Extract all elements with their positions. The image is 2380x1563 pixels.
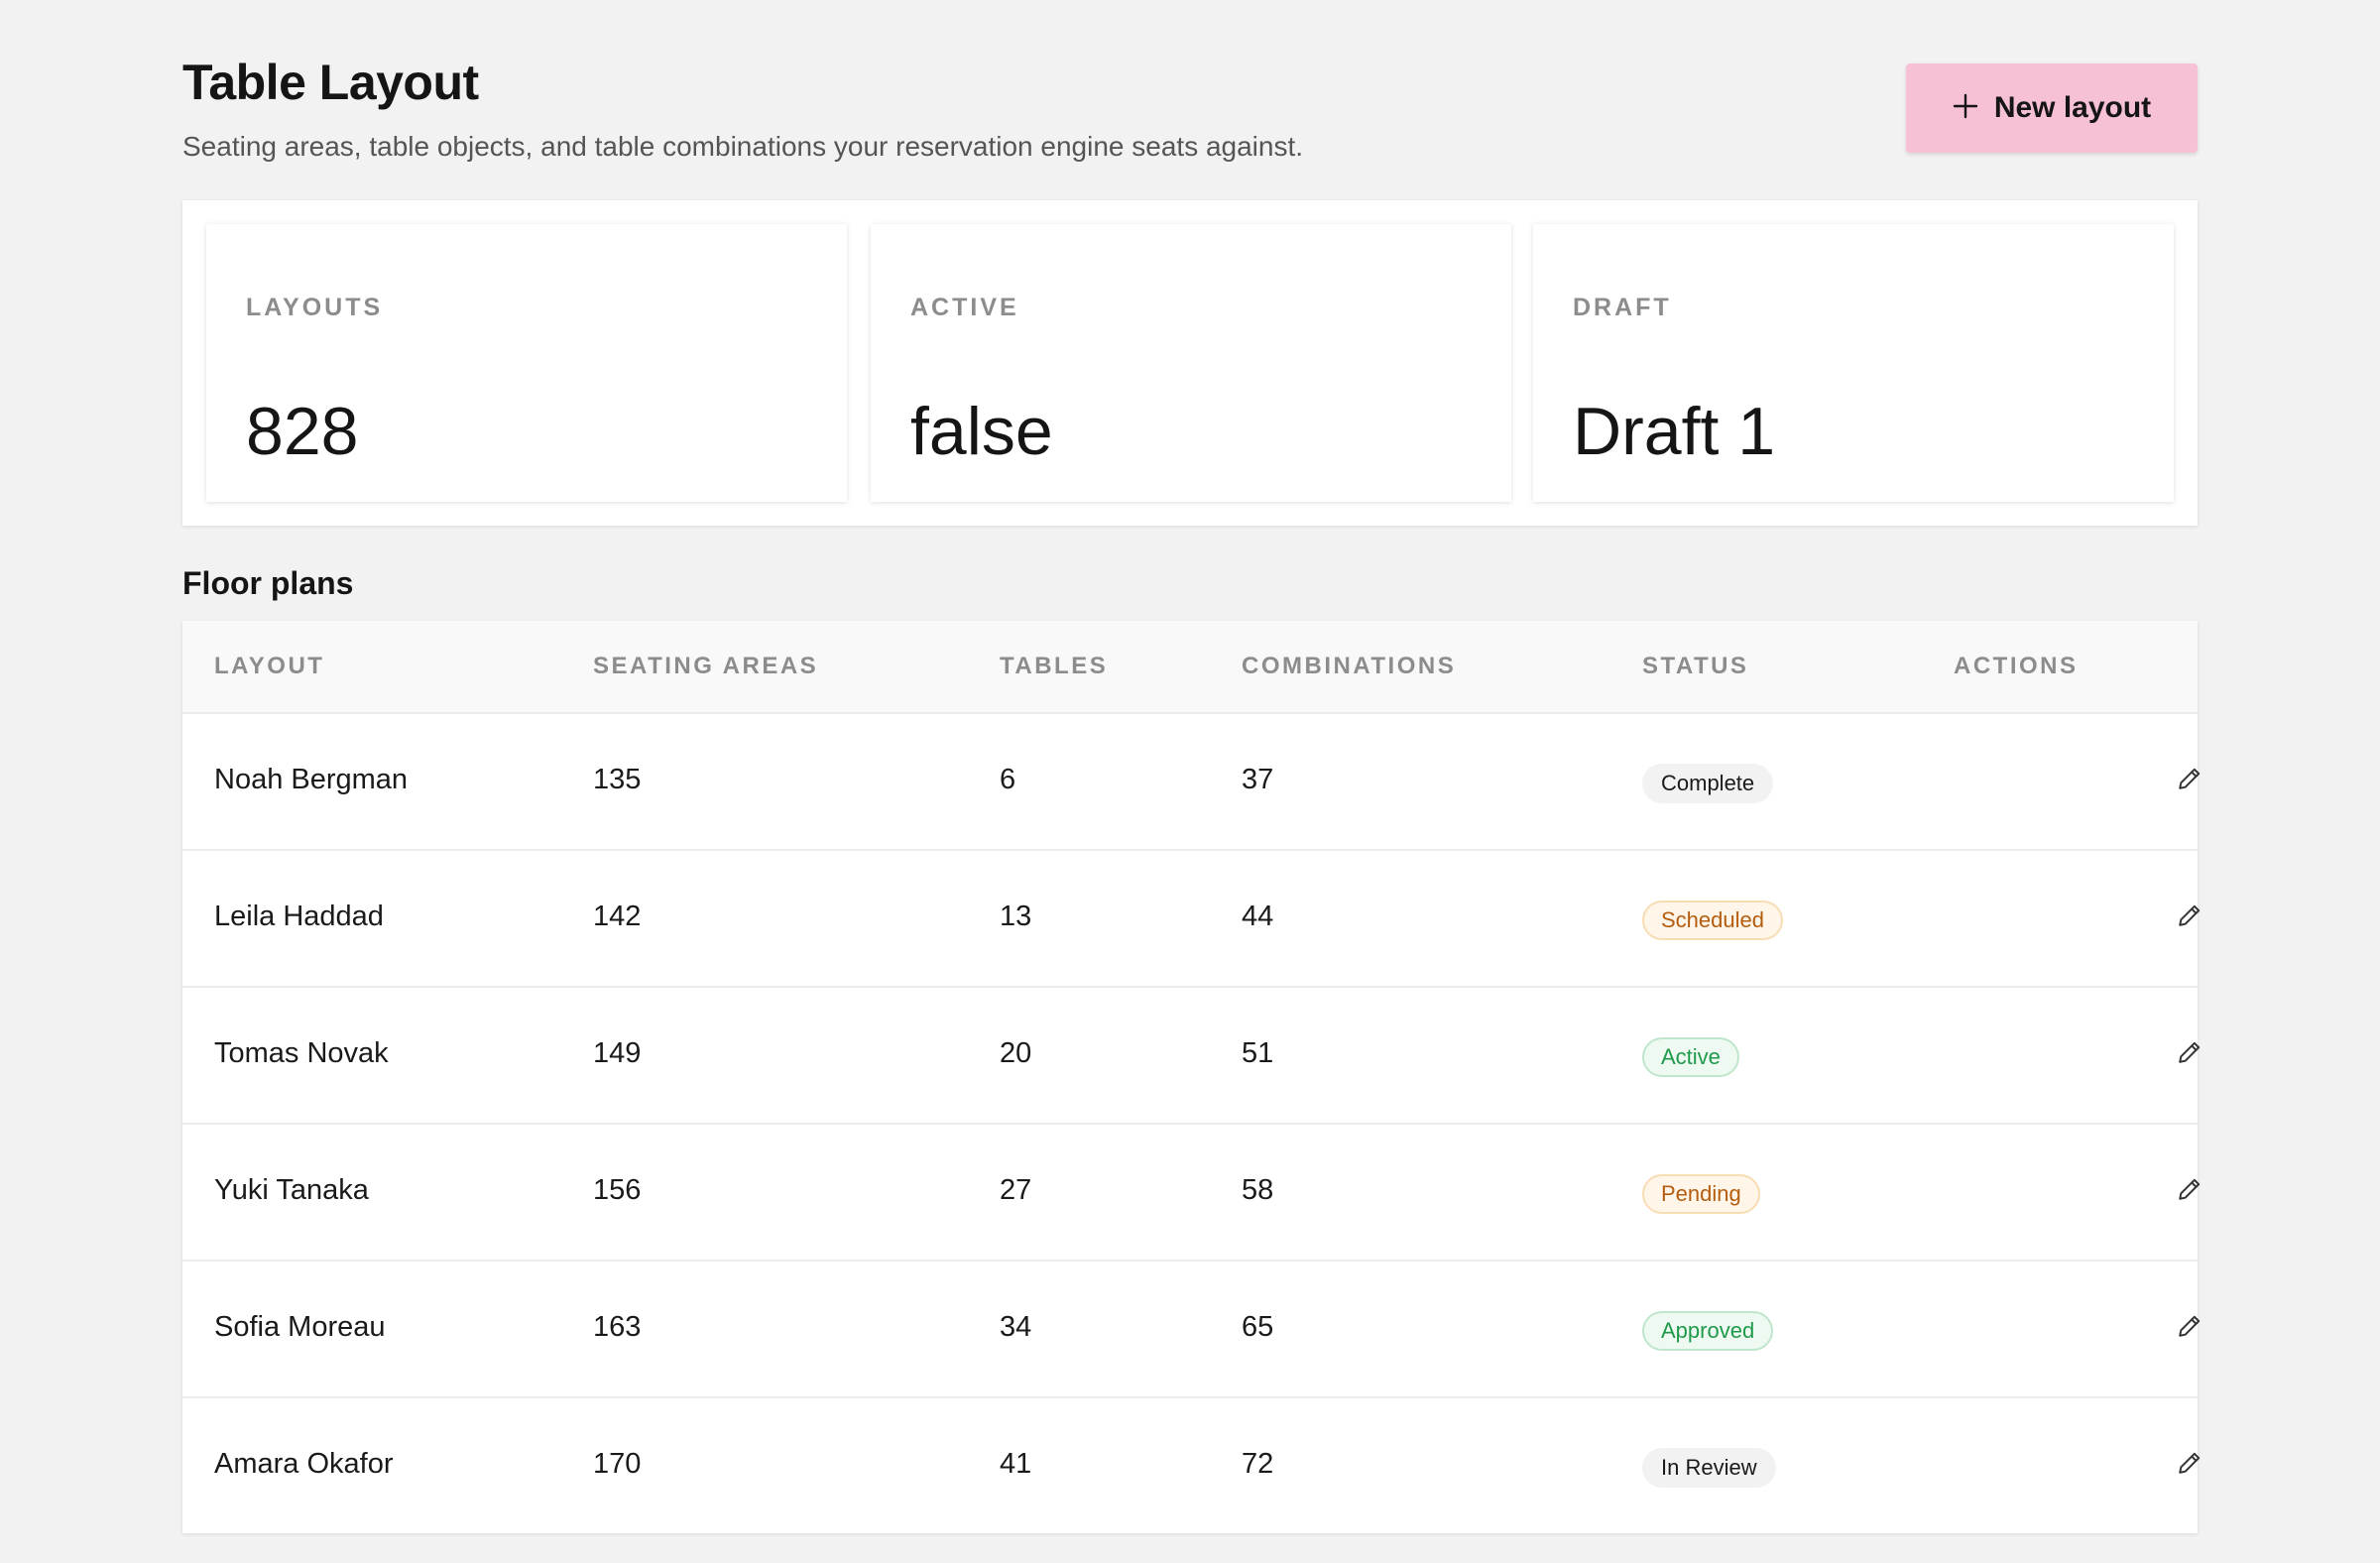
table-row[interactable]: Amara Okafor 170 41 72 In Review: [182, 1396, 2201, 1533]
cell-tables: 27: [1000, 1174, 1032, 1206]
pencil-icon: [2177, 766, 2202, 794]
cell-layout: Sofia Moreau: [214, 1311, 386, 1343]
cell-layout: Amara Okafor: [214, 1448, 394, 1480]
table-row[interactable]: Tomas Novak 149 20 51 Active: [182, 986, 2201, 1123]
cell-tables: 20: [1000, 1037, 1032, 1069]
status-badge: In Review: [1642, 1448, 1776, 1488]
status-badge: Complete: [1642, 764, 1774, 803]
cell-seating-areas: 149: [593, 1037, 642, 1069]
cell-layout: Leila Haddad: [214, 901, 384, 932]
plus-icon: [1953, 86, 1978, 126]
pencil-icon: [2177, 1313, 2202, 1342]
cell-combinations: 44: [1242, 901, 1274, 932]
cell-tables: 41: [1000, 1448, 1032, 1480]
section-title-floor-plans: Floor plans: [182, 565, 354, 601]
edit-button[interactable]: [2170, 1444, 2209, 1484]
stat-card-layouts: LAYOUTS 828: [206, 224, 847, 502]
table-header: LAYOUT SEATING AREAS TABLES COMBINATIONS…: [182, 621, 2198, 712]
cell-seating-areas: 170: [593, 1448, 642, 1480]
page-subtitle: Seating areas, table objects, and table …: [182, 131, 1304, 162]
column-header-layout[interactable]: LAYOUT: [214, 653, 324, 680]
pencil-icon: [2177, 1039, 2202, 1068]
stats-panel: LAYOUTS 828 ACTIVE false DRAFT Draft 1: [182, 200, 2198, 526]
status-badge: Scheduled: [1642, 901, 1783, 940]
cell-combinations: 72: [1242, 1448, 1274, 1480]
stat-value: 828: [246, 394, 359, 469]
table-row[interactable]: Sofia Moreau 163 34 65 Approved: [182, 1260, 2201, 1396]
cell-seating-areas: 142: [593, 901, 642, 932]
edit-button[interactable]: [2170, 897, 2209, 936]
cell-combinations: 51: [1242, 1037, 1274, 1069]
cell-layout: Noah Bergman: [214, 764, 409, 795]
cell-combinations: 65: [1242, 1311, 1274, 1343]
stat-value: Draft 1: [1573, 394, 1776, 469]
cell-seating-areas: 156: [593, 1174, 642, 1206]
pencil-icon: [2177, 1176, 2202, 1205]
cell-tables: 6: [1000, 764, 1016, 795]
floor-plans-table: LAYOUT SEATING AREAS TABLES COMBINATIONS…: [182, 621, 2201, 1533]
stat-card-draft: DRAFT Draft 1: [1533, 224, 2174, 502]
column-header-status[interactable]: STATUS: [1642, 653, 1748, 680]
cell-layout: Yuki Tanaka: [214, 1174, 369, 1206]
stat-value: false: [910, 394, 1053, 469]
new-layout-button-label: New layout: [1993, 91, 2152, 124]
column-header-combinations[interactable]: COMBINATIONS: [1242, 653, 1456, 680]
status-badge: Active: [1642, 1037, 1739, 1077]
cell-seating-areas: 135: [593, 764, 642, 795]
stat-card-active: ACTIVE false: [871, 224, 1511, 502]
column-header-tables[interactable]: TABLES: [1000, 653, 1108, 680]
status-badge: Approved: [1642, 1311, 1774, 1351]
stat-label: LAYOUTS: [246, 294, 384, 321]
table-row[interactable]: Noah Bergman 135 6 37 Complete: [182, 712, 2201, 849]
cell-tables: 13: [1000, 901, 1032, 932]
cell-seating-areas: 163: [593, 1311, 642, 1343]
cell-combinations: 58: [1242, 1174, 1274, 1206]
edit-button[interactable]: [2170, 760, 2209, 799]
page-title: Table Layout: [182, 55, 479, 110]
edit-button[interactable]: [2170, 1033, 2209, 1073]
page: Table Layout Seating areas, table object…: [0, 0, 2380, 1563]
cell-combinations: 37: [1242, 764, 1274, 795]
edit-button[interactable]: [2170, 1170, 2209, 1210]
cell-layout: Tomas Novak: [214, 1037, 389, 1069]
pencil-icon: [2177, 902, 2202, 931]
new-layout-button[interactable]: New layout: [1906, 63, 2198, 153]
column-header-actions: ACTIONS: [1954, 653, 2079, 679]
table-row[interactable]: Yuki Tanaka 156 27 58 Pending: [182, 1123, 2201, 1260]
edit-button[interactable]: [2170, 1307, 2209, 1347]
table-row[interactable]: Leila Haddad 142 13 44 Scheduled: [182, 849, 2201, 986]
column-header-seating-areas[interactable]: SEATING AREAS: [593, 653, 818, 680]
pencil-icon: [2177, 1450, 2202, 1479]
status-badge: Pending: [1642, 1174, 1760, 1214]
cell-tables: 34: [1000, 1311, 1032, 1343]
stat-label: ACTIVE: [910, 294, 1019, 321]
stat-label: DRAFT: [1573, 294, 1672, 321]
